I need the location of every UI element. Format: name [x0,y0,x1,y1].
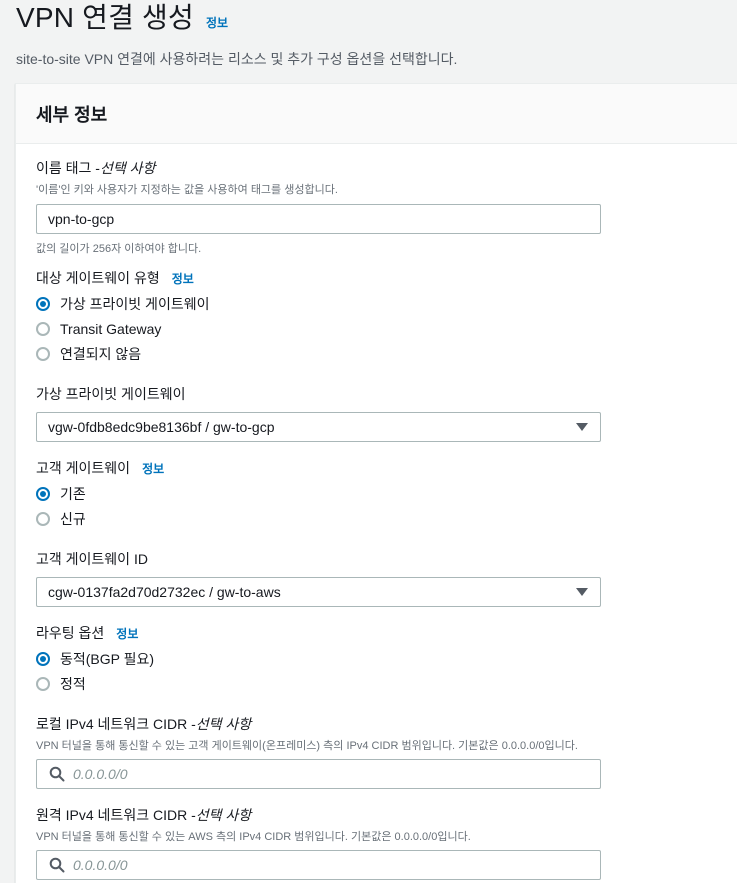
virtual-private-gateway-label: 가상 프라이빗 게이트웨이 [36,386,186,402]
panel-header: 세부 정보 [16,84,737,144]
radio-button-checked[interactable] [36,486,50,501]
caret-down-icon [576,423,588,431]
radio-label: 정적 [60,675,86,692]
remote-cidr-placeholder: 0.0.0.0/0 [73,857,128,873]
routing-options-field: 라우팅 옵션 정보 동적(BGP 필요) 정적 [36,623,606,696]
radio-button-checked[interactable] [36,296,50,311]
target-gateway-type-radio-group: 가상 프라이빗 게이트웨이 Transit Gateway 연결되지 않음 [36,291,606,366]
virtual-private-gateway-value: vgw-0fdb8edc9be8136bf / gw-to-gcp [48,419,275,435]
radio-option-new[interactable]: 신규 [36,506,606,531]
name-tag-description: '이름'인 키와 사용자가 지정하는 값을 사용하여 태그를 생성합니다. [36,184,338,196]
info-link[interactable]: 정보 [206,14,228,31]
radio-label: 신규 [60,510,86,527]
customer-gateway-id-field: 고객 게이트웨이 ID cgw-0137fa2d70d2732ec / gw-t… [36,549,606,607]
details-panel: 세부 정보 이름 태그 - 선택 사항 '이름'인 키와 사용자가 지정하는 값… [15,83,737,883]
local-cidr-label: 로컬 IPv4 네트워크 CIDR - [36,716,196,732]
radio-label: Transit Gateway [60,320,162,337]
name-tag-field: 이름 태그 - 선택 사항 '이름'인 키와 사용자가 지정하는 값을 사용하여… [36,158,606,256]
radio-button[interactable] [36,676,50,691]
remote-cidr-description: VPN 터널을 통해 통신할 수 있는 AWS 측의 IPv4 CIDR 범위입… [36,831,471,843]
radio-button[interactable] [36,321,50,336]
customer-gateway-id-label-row: 고객 게이트웨이 ID [36,549,606,569]
local-cidr-placeholder: 0.0.0.0/0 [73,766,128,782]
radio-label: 연결되지 않음 [60,345,142,362]
radio-label: 동적(BGP 필요) [60,650,155,667]
radio-option-not-attached[interactable]: 연결되지 않음 [36,341,606,366]
caret-down-icon [576,588,588,596]
remote-cidr-field: 원격 IPv4 네트워크 CIDR - 선택 사항 VPN 터널을 통해 통신할… [36,805,606,880]
remote-cidr-label: 원격 IPv4 네트워크 CIDR - [36,807,196,823]
customer-gateway-id-value: cgw-0137fa2d70d2732ec / gw-to-aws [48,584,281,600]
radio-option-dynamic[interactable]: 동적(BGP 필요) [36,646,606,671]
search-icon [49,857,65,873]
customer-gateway-info-link[interactable]: 정보 [142,460,164,477]
radio-button[interactable] [36,346,50,361]
customer-gateway-id-select[interactable]: cgw-0137fa2d70d2732ec / gw-to-aws [36,577,601,607]
radio-option-transit-gateway[interactable]: Transit Gateway [36,316,606,341]
customer-gateway-radio-group: 기존 신규 [36,481,606,531]
customer-gateway-label: 고객 게이트웨이 [36,460,131,476]
panel-title: 세부 정보 [36,104,108,125]
radio-label: 기존 [60,485,86,502]
local-cidr-description: VPN 터널을 통해 통신할 수 있는 고객 게이트웨이(온프레미스) 측의 I… [36,740,578,752]
radio-option-static[interactable]: 정적 [36,671,606,696]
page-title: VPN 연결 생성 [16,2,194,33]
name-tag-input[interactable]: vpn-to-gcp [36,204,601,234]
routing-options-radio-group: 동적(BGP 필요) 정적 [36,646,606,696]
routing-options-label: 라우팅 옵션 [36,625,105,641]
customer-gateway-field: 고객 게이트웨이 정보 기존 신규 [36,458,606,531]
remote-cidr-label-row: 원격 IPv4 네트워크 CIDR - 선택 사항 [36,805,606,825]
optional-marker: 선택 사항 [99,160,156,176]
local-cidr-input[interactable]: 0.0.0.0/0 [36,759,601,789]
radio-option-virtual-private-gateway[interactable]: 가상 프라이빗 게이트웨이 [36,291,606,316]
page-header: VPN 연결 생성 정보 [16,0,737,36]
name-tag-constraint: 값의 길이가 256자 이하여야 합니다. [36,243,202,255]
target-gateway-type-label-row: 대상 게이트웨이 유형 정보 [36,268,606,288]
remote-cidr-input[interactable]: 0.0.0.0/0 [36,850,601,880]
target-gateway-type-label: 대상 게이트웨이 유형 [36,270,160,286]
virtual-private-gateway-select[interactable]: vgw-0fdb8edc9be8136bf / gw-to-gcp [36,412,601,442]
optional-marker: 선택 사항 [195,716,252,732]
routing-options-label-row: 라우팅 옵션 정보 [36,623,606,643]
local-cidr-label-row: 로컬 IPv4 네트워크 CIDR - 선택 사항 [36,714,606,734]
radio-button[interactable] [36,511,50,526]
customer-gateway-label-row: 고객 게이트웨이 정보 [36,458,606,478]
search-icon [49,766,65,782]
virtual-private-gateway-field: 가상 프라이빗 게이트웨이 vgw-0fdb8edc9be8136bf / gw… [36,384,606,442]
routing-options-info-link[interactable]: 정보 [116,625,138,642]
name-tag-label-text: 이름 태그 - [36,160,100,176]
radio-option-existing[interactable]: 기존 [36,481,606,506]
virtual-private-gateway-label-row: 가상 프라이빗 게이트웨이 [36,384,606,404]
name-tag-label: 이름 태그 - 선택 사항 [36,158,606,178]
page-description: site-to-site VPN 연결에 사용하려는 리소스 및 추가 구성 옵… [16,51,458,67]
target-gateway-type-field: 대상 게이트웨이 유형 정보 가상 프라이빗 게이트웨이 Transit Gat… [36,268,606,366]
target-gateway-type-info-link[interactable]: 정보 [172,270,194,287]
name-tag-value: vpn-to-gcp [48,211,115,227]
radio-label: 가상 프라이빗 게이트웨이 [60,295,210,312]
local-cidr-field: 로컬 IPv4 네트워크 CIDR - 선택 사항 VPN 터널을 통해 통신할… [36,714,606,789]
radio-button-checked[interactable] [36,651,50,666]
customer-gateway-id-label: 고객 게이트웨이 ID [36,551,148,567]
optional-marker: 선택 사항 [195,807,252,823]
